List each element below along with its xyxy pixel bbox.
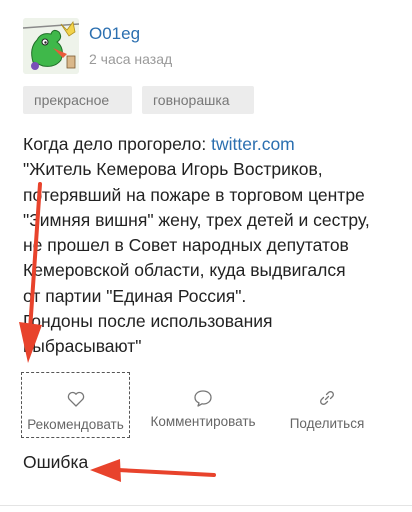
share-button[interactable]: Поделиться (277, 372, 377, 438)
tag-chip[interactable]: прекрасное (23, 86, 132, 114)
post-timestamp: 2 часа назад (89, 51, 173, 67)
avatar-image (23, 18, 79, 74)
post-body-line: не прошел в Совет народных депутатов (23, 235, 349, 256)
divider (0, 505, 412, 506)
post-body-line: выбрасывают" (23, 336, 142, 357)
post-body-line: Кемеровской области, куда выдвигался (23, 260, 346, 281)
post-body-line: Гондоны после использования (23, 311, 273, 332)
chain-link-icon (320, 391, 334, 405)
post-card: O01eg 2 часа назад прекрасное говнорашка… (0, 0, 412, 512)
avatar[interactable] (23, 18, 79, 74)
tag-chip[interactable]: говнорашка (142, 86, 254, 114)
source-link[interactable]: twitter.com (211, 134, 295, 154)
heart-icon (67, 391, 84, 407)
post-body-line: Когда дело прогорело: twitter.com (23, 132, 393, 157)
post-body: Когда дело прогорело: twitter.com "Жител… (23, 132, 393, 360)
comment-button[interactable]: Комментировать (145, 372, 261, 438)
action-bar: Рекомендовать Комментировать Поделиться (21, 372, 391, 442)
post-body-line: "Зимняя вишня" жену, трех детей и сестру… (23, 209, 370, 230)
post-body-line: от партии "Единая Россия". (23, 285, 247, 306)
post-header: O01eg 2 часа назад (23, 18, 393, 78)
post-body-line: потерявший на пожаре в торговом центре (23, 184, 365, 205)
author-name[interactable]: O01eg (89, 24, 140, 44)
speech-bubble-icon (194, 390, 212, 407)
error-message: Ошибка (23, 452, 89, 472)
post-body-line: "Житель Кемерова Игорь Востриков, (23, 159, 323, 180)
post-body-intro: Когда дело прогорело: (23, 134, 212, 154)
share-label: Поделиться (289, 416, 365, 431)
recommend-label: Рекомендовать (27, 417, 124, 432)
comment-label: Комментировать (150, 414, 256, 429)
recommend-button[interactable]: Рекомендовать (21, 372, 130, 438)
